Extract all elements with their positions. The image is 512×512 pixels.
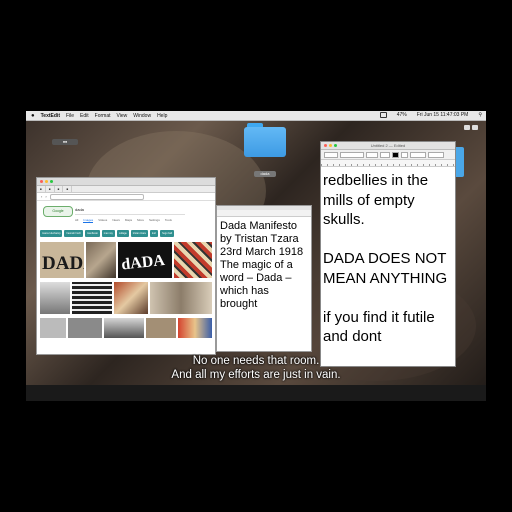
address-bar[interactable] (49, 193, 144, 200)
highlight-swatch[interactable] (401, 151, 408, 158)
suggestion-chip[interactable]: kurt (149, 230, 158, 237)
image-result[interactable] (86, 242, 116, 278)
image-result[interactable] (150, 282, 212, 314)
browser-tab[interactable]: ■ (55, 186, 64, 192)
browser-tab[interactable]: ■ (63, 186, 73, 192)
tab-images[interactable]: Images (83, 218, 94, 223)
tab-maps[interactable]: Maps (125, 218, 132, 223)
text-color-swatch[interactable] (392, 151, 399, 158)
folder-label[interactable]: dada (254, 171, 276, 177)
folder-icon[interactable] (244, 123, 286, 157)
image-result[interactable]: DADA (40, 242, 84, 278)
forward-icon[interactable]: › (45, 194, 46, 199)
browser-window: ■ ■ ■ ■ ‹ › Google dada All Images Video… (36, 177, 216, 355)
textedit-window: Untitled 2 — Edited redbellies in the mi… (320, 141, 456, 367)
zoom-icon[interactable] (334, 144, 337, 147)
video-frame: ● TextEdit File Edit Format View Window … (26, 111, 486, 401)
status-area: 47% Fri Jun 15 11:47:03 PM ⚲ (374, 112, 482, 118)
subtitle-line-2: And all my efforts are just in vain. (171, 369, 341, 381)
video-bottom-bar (26, 385, 486, 401)
minimize-icon[interactable] (45, 180, 48, 183)
ruler[interactable] (321, 160, 455, 167)
menu-help[interactable]: Help (157, 113, 167, 119)
battery-percent[interactable]: 47% (397, 112, 407, 118)
menu-edit[interactable]: Edit (80, 113, 89, 119)
alignment-buttons[interactable] (428, 151, 444, 158)
search-tabs: All Images Videos News Maps More Setting… (75, 218, 172, 223)
browser-tabs: ■ ■ ■ ■ (37, 186, 215, 193)
image-result[interactable] (72, 282, 112, 314)
apple-icon[interactable]: ● (31, 113, 35, 119)
desktop-icon[interactable] (464, 125, 470, 130)
tab-news[interactable]: News (112, 218, 120, 223)
tab-all[interactable]: All (75, 218, 78, 223)
subtitle-line-1: No one needs that room. (192, 355, 320, 367)
browser-titlebar[interactable] (37, 178, 215, 186)
desktop-item[interactable]: ■■ (52, 139, 78, 145)
close-icon[interactable] (40, 180, 43, 183)
tab-settings[interactable]: Settings (149, 218, 160, 223)
menu-window[interactable]: Window (133, 113, 151, 119)
suggestion-chip[interactable]: hugo ball (160, 230, 175, 237)
address-bar-row: ‹ › (37, 193, 215, 201)
textedit-body[interactable]: redbellies in the mills of empty skulls.… (321, 167, 455, 347)
desktop-icon[interactable] (472, 125, 478, 130)
menu-clock[interactable]: Fri Jun 15 11:47:03 PM (417, 112, 469, 118)
image-result-artwork: dADA (121, 252, 167, 274)
document-window: Dada Manifesto by Tristan Tzara 23rd Mar… (216, 205, 312, 352)
menu-app-name[interactable]: TextEdit (41, 113, 60, 119)
tab-more[interactable]: More (137, 218, 144, 223)
textedit-titlebar[interactable]: Untitled 2 — Edited (321, 142, 455, 150)
style-select[interactable] (324, 151, 338, 158)
document-ruler (217, 210, 311, 217)
image-result[interactable] (114, 282, 148, 314)
size-select[interactable] (380, 151, 390, 158)
menu-format[interactable]: Format (95, 113, 111, 119)
image-result[interactable] (104, 318, 144, 338)
menu-file[interactable]: File (66, 113, 74, 119)
image-result[interactable] (68, 318, 102, 338)
suggestion-chip[interactable]: collage (116, 230, 129, 237)
suggestion-chip[interactable]: tristan tzara (130, 230, 148, 237)
image-result[interactable] (174, 242, 212, 278)
image-result[interactable]: dADA (118, 242, 172, 278)
minimize-icon[interactable] (329, 144, 332, 147)
format-toolbar (321, 150, 455, 160)
image-result[interactable] (40, 282, 70, 314)
window-title: Untitled 2 — Edited (370, 143, 406, 148)
bold-italic-buttons[interactable] (410, 151, 426, 158)
search-input[interactable]: dada (75, 207, 185, 215)
suggestion-chip[interactable]: marcel duchamp (40, 230, 63, 237)
image-result[interactable] (178, 318, 212, 338)
tab-tools[interactable]: Tools (165, 218, 172, 223)
suggestion-chip[interactable]: man ray (101, 230, 115, 237)
suggestion-chip[interactable]: hannah hoch (64, 230, 83, 237)
search-icon[interactable]: ⚲ (478, 112, 482, 118)
document-text[interactable]: Dada Manifesto by Tristan Tzara 23rd Mar… (217, 217, 311, 311)
tab-videos[interactable]: Videos (98, 218, 107, 223)
zoom-icon[interactable] (50, 180, 53, 183)
menu-view[interactable]: View (117, 113, 128, 119)
suggestion-chips: marcel duchamp hannah hoch manifesto man… (40, 230, 175, 237)
image-result[interactable] (40, 318, 66, 338)
search-logo[interactable]: Google (43, 206, 73, 217)
font-select[interactable] (340, 151, 364, 158)
browser-tab[interactable]: ■ (46, 186, 55, 192)
close-icon[interactable] (324, 144, 327, 147)
back-icon[interactable]: ‹ (41, 194, 42, 199)
image-result-artwork: DADA (42, 253, 84, 274)
desktop-icons (464, 125, 478, 130)
wifi-icon[interactable] (379, 112, 387, 118)
suggestion-chip[interactable]: manifesto (84, 230, 100, 237)
typeface-select[interactable] (366, 151, 378, 158)
menu-bar: ● TextEdit File Edit Format View Window … (26, 111, 486, 121)
image-result[interactable] (146, 318, 176, 338)
browser-tab[interactable]: ■ (37, 186, 46, 192)
